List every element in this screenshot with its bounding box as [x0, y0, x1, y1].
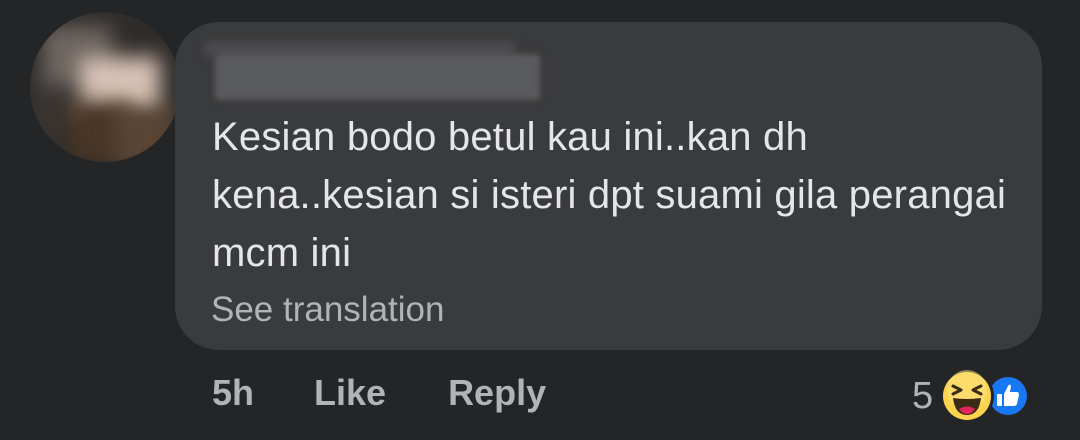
reaction-summary[interactable]: 5 — [912, 368, 1031, 424]
reaction-count: 5 — [912, 374, 934, 417]
avatar-blur-region — [30, 82, 70, 142]
like-button[interactable]: Like — [314, 372, 386, 414]
reply-button[interactable]: Reply — [448, 372, 546, 414]
comment-bubble: Kesian bodo betul kau ini..kan dh kena..… — [175, 22, 1042, 350]
author-name[interactable] — [215, 54, 540, 100]
see-translation-link[interactable]: See translation — [211, 290, 444, 330]
avatar[interactable] — [30, 12, 180, 162]
comment-timestamp[interactable]: 5h — [212, 372, 254, 414]
comment-actions: 5h Like Reply — [212, 372, 546, 414]
avatar-blur-region — [115, 107, 175, 162]
haha-icon — [940, 369, 995, 423]
comment-text: Kesian bodo betul kau ini..kan dh kena..… — [212, 115, 1007, 275]
